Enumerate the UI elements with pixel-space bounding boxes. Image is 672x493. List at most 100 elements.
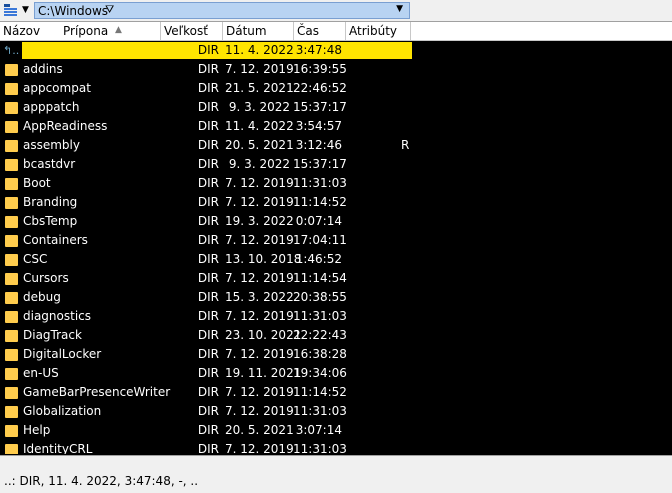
chevron-down-icon: ▼: [22, 5, 29, 15]
folder-icon: [5, 178, 18, 190]
file-size: DIR: [197, 62, 219, 76]
file-name: AppReadiness: [23, 119, 108, 133]
file-name: Help: [23, 423, 51, 437]
file-time: 19:34:06: [293, 366, 347, 380]
file-time: 0:07:14: [295, 214, 342, 228]
file-size: DIR: [197, 195, 219, 209]
file-time: 11:31:03: [293, 404, 347, 418]
file-name: GameBarPresenceWriter: [23, 385, 171, 399]
file-row[interactable]: bcastdvr DIR 9. 3. 2022 15:37:17: [0, 155, 672, 174]
file-size: DIR: [197, 290, 219, 304]
file-row[interactable]: debug DIR 15. 3. 2022 20:38:55: [0, 288, 672, 307]
file-date: 7. 12. 2019: [225, 195, 294, 209]
file-row[interactable]: Branding DIR 7. 12. 2019 11:14:52: [0, 193, 672, 212]
drive-menu-button[interactable]: ▼: [2, 2, 32, 19]
folder-icon: [5, 235, 18, 247]
file-row[interactable]: Boot DIR 7. 12. 2019 11:31:03: [0, 174, 672, 193]
folder-icon: [5, 273, 18, 285]
file-size: DIR: [197, 442, 219, 454]
folder-icon: [5, 121, 18, 133]
file-date: 21. 5. 2021: [225, 81, 294, 95]
file-time: 15:37:17: [293, 157, 347, 171]
file-row[interactable]: addins DIR 7. 12. 2019 16:39:55: [0, 60, 672, 79]
file-attributes: R: [401, 138, 410, 152]
file-time: 11:31:03: [293, 309, 347, 323]
current-path: C:\Windows: [38, 4, 109, 18]
column-attributes[interactable]: Atribúty: [346, 22, 411, 40]
folder-icon: [5, 197, 18, 209]
file-size: DIR: [197, 271, 219, 285]
column-size[interactable]: Veľkosť: [161, 22, 223, 40]
file-row[interactable]: Containers DIR 7. 12. 2019 17:04:11: [0, 231, 672, 250]
up-folder-icon: ↰..: [3, 44, 20, 57]
file-time: 11:31:03: [293, 442, 347, 454]
file-row[interactable]: CSC DIR 13. 10. 2018 1:46:52: [0, 250, 672, 269]
column-extension[interactable]: Prípona: [58, 22, 161, 40]
path-field[interactable]: C:\Windows ⛛ ▼: [34, 2, 410, 19]
file-time: 11:14:52: [293, 385, 347, 399]
status-text: ..: DIR, 11. 4. 2022, 3:47:48, -, ..: [4, 474, 199, 488]
file-name: CbsTemp: [23, 214, 78, 228]
file-time: 3:54:57: [295, 119, 342, 133]
file-name: Cursors: [23, 271, 69, 285]
file-name: bcastdvr: [23, 157, 76, 171]
column-date[interactable]: Dátum: [223, 22, 294, 40]
file-time: 22:46:52: [293, 81, 347, 95]
file-name: addins: [23, 62, 63, 76]
file-time: 11:14:54: [293, 271, 347, 285]
file-date: 23. 10. 2021: [225, 328, 302, 342]
folder-icon: [5, 292, 18, 304]
file-row[interactable]: en-US DIR 19. 11. 2021 19:34:06: [0, 364, 672, 383]
file-row[interactable]: Cursors DIR 7. 12. 2019 11:14:54: [0, 269, 672, 288]
file-row[interactable]: IdentityCRL DIR 7. 12. 2019 11:31:03: [0, 440, 672, 454]
column-name[interactable]: Názov: [0, 22, 58, 40]
file-time: 3:47:48: [295, 43, 342, 57]
file-row[interactable]: Help DIR 20. 5. 2021 3:07:14: [0, 421, 672, 440]
file-size: DIR: [197, 385, 219, 399]
column-header: Názov Prípona ▲ Veľkosť Dátum Čas Atribú…: [0, 22, 672, 41]
file-name: assembly: [23, 138, 80, 152]
file-row[interactable]: DigitalLocker DIR 7. 12. 2019 16:38:28: [0, 345, 672, 364]
file-date: 20. 5. 2021: [225, 423, 294, 437]
file-date: 9. 3. 2022: [228, 100, 290, 114]
file-name: debug: [23, 290, 61, 304]
file-date: 13. 10. 2018: [225, 252, 302, 266]
folder-icon: [5, 387, 18, 399]
file-row[interactable]: appcompat DIR 21. 5. 2021 22:46:52: [0, 79, 672, 98]
file-size: DIR: [197, 43, 219, 57]
column-time[interactable]: Čas: [294, 22, 346, 40]
folder-icon: [5, 425, 18, 437]
file-time: 20:38:55: [293, 290, 347, 304]
folder-icon: [5, 311, 18, 323]
file-row[interactable]: GameBarPresenceWriter DIR 7. 12. 2019 11:14…: [0, 383, 672, 402]
file-row[interactable]: AppReadiness DIR 11. 4. 2022 3:54:57: [0, 117, 672, 136]
file-time: 22:22:43: [293, 328, 347, 342]
file-date: 15. 3. 2022: [225, 290, 294, 304]
file-row[interactable]: diagnostics DIR 7. 12. 2019 11:31:03: [0, 307, 672, 326]
file-row[interactable]: CbsTemp DIR 19. 3. 2022 0:07:14: [0, 212, 672, 231]
file-time: 15:37:17: [293, 100, 347, 114]
file-row[interactable]: assembly DIR 20. 5. 2021 3:12:46 R: [0, 136, 672, 155]
parent-directory-row[interactable]: ↰.. DIR 11. 4. 2022 3:47:48: [0, 41, 672, 60]
file-size: DIR: [197, 157, 219, 171]
file-date: 19. 3. 2022: [225, 214, 294, 228]
file-time: 17:04:11: [293, 233, 347, 247]
file-size: DIR: [197, 138, 219, 152]
filter-icon[interactable]: ⛛: [105, 3, 114, 17]
folder-icon: [5, 216, 18, 228]
file-row[interactable]: Globalization DIR 7. 12. 2019 11:31:03: [0, 402, 672, 421]
file-name: Containers: [23, 233, 88, 247]
file-date: 7. 12. 2019: [225, 309, 294, 323]
file-name: DiagTrack: [23, 328, 82, 342]
file-name: apppatch: [23, 100, 80, 114]
file-list[interactable]: ↰.. DIR 11. 4. 2022 3:47:48 addins DIR 7. 12. …: [0, 41, 672, 454]
file-row[interactable]: apppatch DIR 9. 3. 2022 15:37:17: [0, 98, 672, 117]
file-size: DIR: [197, 81, 219, 95]
folder-icon: [5, 254, 18, 266]
path-history-dropdown-icon[interactable]: ▼: [396, 4, 403, 14]
file-row[interactable]: DiagTrack DIR 23. 10. 2021 22:22:43: [0, 326, 672, 345]
file-date: 11. 4. 2022: [225, 43, 294, 57]
file-time: 3:07:14: [295, 423, 342, 437]
file-name: Boot: [23, 176, 51, 190]
file-name: CSC: [23, 252, 48, 266]
